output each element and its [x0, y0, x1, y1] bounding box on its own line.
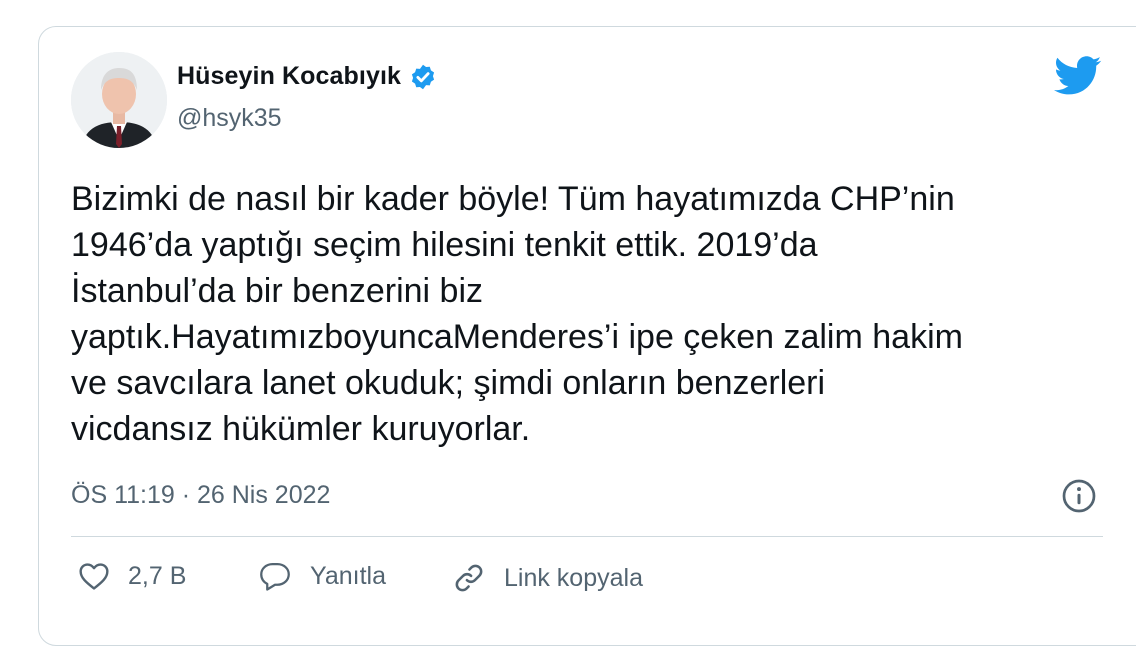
like-count: 2,7 B — [128, 561, 187, 590]
verified-badge-icon — [411, 64, 435, 89]
divider — [71, 536, 1103, 537]
heart-icon — [79, 563, 109, 590]
avatar[interactable] — [71, 52, 167, 148]
reply-button[interactable]: Yanıtla — [258, 561, 386, 591]
copy-link-label: Link kopyala — [504, 563, 643, 592]
tweet-text: Bizimki de nasıl bir kader böyle! Tüm ha… — [71, 180, 963, 448]
twitter-bird-icon[interactable] — [1054, 56, 1102, 96]
tweet-timestamp[interactable]: ÖS 11:19 · 26 Nis 2022 — [71, 481, 330, 510]
info-icon[interactable] — [1061, 478, 1097, 514]
like-button[interactable]: 2,7 B — [78, 561, 186, 591]
author-name[interactable]: Hüseyin Kocabıyık — [177, 62, 401, 91]
copy-link-button[interactable]: Link kopyala — [452, 561, 643, 595]
author-name-row: Hüseyin Kocabıyık — [177, 62, 437, 91]
reply-label: Yanıtla — [310, 561, 386, 590]
author-handle[interactable]: @hsyk35 — [177, 104, 282, 133]
link-icon — [455, 564, 483, 592]
speech-bubble-icon — [260, 563, 290, 591]
